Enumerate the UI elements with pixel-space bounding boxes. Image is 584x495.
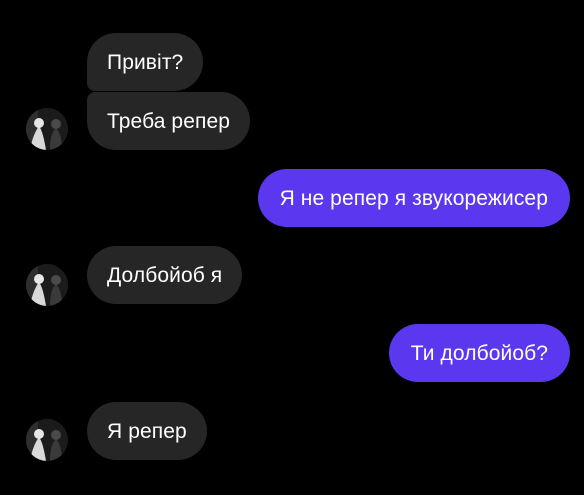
message-incoming[interactable]: Долбойоб я [87, 246, 243, 304]
conversation-thread: Привіт? Треба репер Я не репер я звукоре… [0, 0, 584, 495]
avatar-photo-icon [26, 264, 68, 306]
message-incoming[interactable]: Привіт? [87, 33, 204, 91]
avatar-photo-icon [26, 419, 68, 461]
message-text: Я не репер я звукорежисер [279, 186, 548, 210]
contact-avatar[interactable] [26, 108, 68, 150]
message-text: Привіт? [107, 50, 184, 74]
contact-avatar[interactable] [26, 419, 68, 461]
message-incoming[interactable]: Треба репер [87, 92, 251, 150]
message-text: Ти долбойоб? [410, 341, 548, 365]
message-incoming[interactable]: Я репер [87, 402, 207, 460]
message-outgoing[interactable]: Я не репер я звукорежисер [257, 169, 570, 227]
avatar-photo-icon [26, 108, 68, 150]
message-text: Треба репер [107, 109, 231, 133]
contact-avatar[interactable] [26, 264, 68, 306]
message-text: Долбойоб я [107, 263, 223, 287]
message-text: Я репер [107, 419, 187, 443]
message-outgoing[interactable]: Ти долбойоб? [388, 324, 570, 382]
